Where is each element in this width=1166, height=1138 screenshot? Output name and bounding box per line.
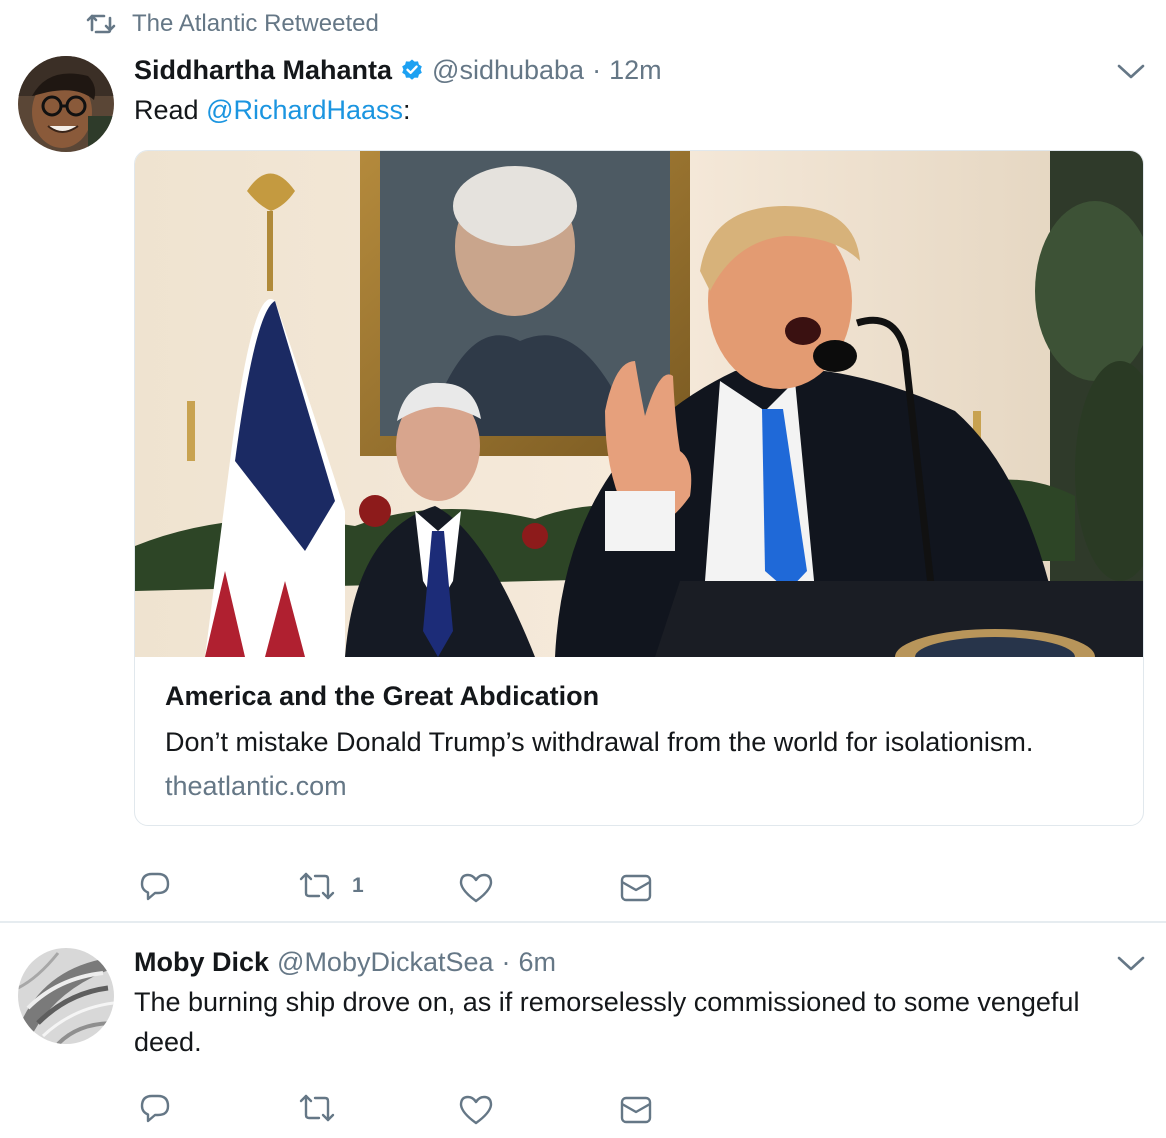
chevron-down-icon[interactable] [1116, 952, 1146, 974]
retweet-icon [299, 872, 335, 900]
retweet-count: 1 [352, 874, 364, 897]
reply-button[interactable] [138, 866, 172, 906]
tweet-text-prefix: Read [134, 95, 207, 125]
message-icon [620, 1096, 652, 1124]
verified-badge-icon [402, 59, 422, 80]
card-domain: theatlantic.com [165, 771, 347, 801]
tweet-text-suffix: : [403, 95, 411, 125]
tweet-text: Read @RichardHaass: [134, 90, 411, 130]
tweet-text: The burning ship drove on, as if remorse… [134, 987, 1080, 1057]
card-title: America and the Great Abdication [165, 681, 600, 711]
user-handle[interactable]: @MobyDickatSea [277, 947, 494, 978]
like-icon [459, 873, 493, 903]
reply-icon [140, 1094, 170, 1123]
retweet-context-label: The Atlantic Retweeted [132, 10, 379, 37]
timestamp[interactable]: 6m [519, 947, 557, 978]
retweet-button[interactable] [298, 1088, 336, 1128]
card-image [135, 151, 1143, 657]
tweet-divider [0, 921, 1166, 923]
user-name[interactable]: Moby Dick [134, 947, 269, 978]
message-icon [620, 874, 652, 902]
retweet-icon [299, 1094, 335, 1122]
reply-button[interactable] [138, 1088, 172, 1128]
tweet-header: Moby Dick @MobyDickatSea · 6m [134, 944, 556, 980]
like-button[interactable] [458, 868, 494, 908]
direct-message-button[interactable] [619, 868, 653, 908]
user-photo [18, 948, 114, 1044]
user-handle[interactable]: @sidhubaba [432, 55, 584, 86]
avatar[interactable] [18, 56, 114, 152]
retweet-button[interactable]: 1 [298, 866, 364, 906]
link-card[interactable]: America and the Great Abdication Don’t m… [134, 150, 1144, 826]
separator-dot: · [501, 946, 511, 977]
chevron-down-icon[interactable] [1116, 60, 1146, 82]
reply-icon [140, 872, 170, 901]
mention-link[interactable]: @RichardHaass [206, 95, 403, 125]
card-description: Don’t mistake Donald Trump’s withdrawal … [165, 727, 1034, 757]
avatar[interactable] [18, 948, 114, 1044]
like-icon [459, 1095, 493, 1125]
user-photo [18, 56, 114, 152]
like-button[interactable] [458, 1090, 494, 1130]
tweet-header: Siddhartha Mahanta @sidhubaba · 12m [134, 52, 662, 88]
timestamp[interactable]: 12m [609, 55, 662, 86]
retweet-context[interactable]: The Atlantic Retweeted [86, 8, 379, 40]
retweet-icon [86, 14, 116, 34]
direct-message-button[interactable] [619, 1090, 653, 1130]
user-name[interactable]: Siddhartha Mahanta [134, 55, 392, 86]
separator-dot: · [592, 54, 602, 85]
